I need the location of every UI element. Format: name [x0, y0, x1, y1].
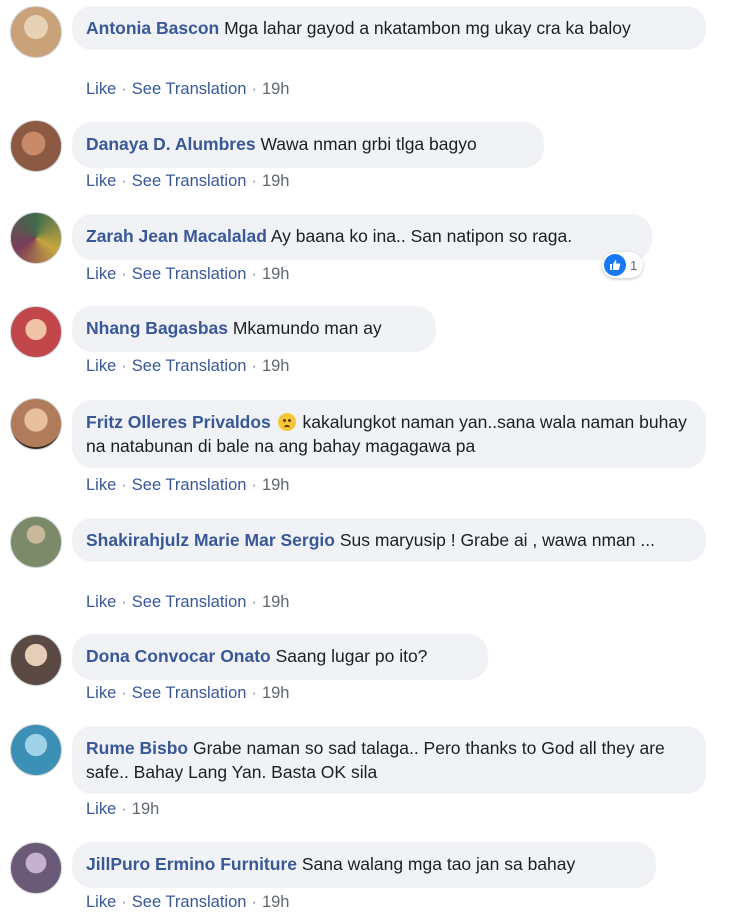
avatar[interactable]: [10, 634, 62, 686]
comment-bubble: Fritz Olleres Privaldos kakalungkot nama…: [72, 400, 706, 468]
separator: ·: [121, 684, 127, 702]
see-translation-link[interactable]: See Translation: [132, 172, 247, 190]
comment-actions: Like · See Translation · 19h: [86, 357, 289, 376]
separator: ·: [251, 684, 257, 702]
comment-author[interactable]: JillPuro Ermino Furniture: [86, 854, 297, 874]
separator: ·: [251, 265, 257, 283]
like-link[interactable]: Like: [86, 476, 116, 494]
comment-timestamp[interactable]: 19h: [262, 684, 290, 702]
comment-text: Mga lahar gayod a nkatambon mg ukay cra …: [224, 18, 631, 38]
see-translation-link[interactable]: See Translation: [132, 265, 247, 283]
comment-actions: Like · See Translation · 19h: [86, 80, 289, 99]
avatar[interactable]: [10, 306, 62, 358]
comment-actions: Like · See Translation · 19h: [86, 684, 289, 703]
like-link[interactable]: Like: [86, 357, 116, 375]
see-translation-link[interactable]: See Translation: [132, 893, 247, 911]
comment-text: Saang lugar po ito?: [275, 646, 428, 666]
comment-author[interactable]: Antonia Bascon: [86, 18, 219, 38]
separator: ·: [121, 80, 127, 98]
comment-author[interactable]: Fritz Olleres Privaldos: [86, 412, 271, 432]
comment-bubble: Dona Convocar Onato Saang lugar po ito?: [72, 634, 488, 680]
comment-timestamp[interactable]: 19h: [262, 593, 290, 611]
comment-timestamp[interactable]: 19h: [262, 476, 290, 494]
see-translation-link[interactable]: See Translation: [132, 80, 247, 98]
comment-bubble: Nhang Bagasbas Mkamundo man ay: [72, 306, 436, 352]
sad-face-emoji-icon: [277, 413, 296, 431]
comment-author[interactable]: Dona Convocar Onato: [86, 646, 271, 666]
comment-timestamp[interactable]: 19h: [262, 357, 290, 375]
separator: ·: [121, 265, 127, 283]
like-reaction-icon: [604, 254, 626, 276]
comment-actions: Like · See Translation · 19h: [86, 172, 289, 191]
comment-actions: Like · See Translation · 19h: [86, 893, 289, 912]
comment-actions: Like · See Translation · 19h: [86, 476, 289, 495]
see-translation-link[interactable]: See Translation: [132, 476, 247, 494]
separator: ·: [251, 476, 257, 494]
like-link[interactable]: Like: [86, 684, 116, 702]
separator: ·: [251, 593, 257, 611]
separator: ·: [121, 357, 127, 375]
like-link[interactable]: Like: [86, 893, 116, 911]
comment-timestamp[interactable]: 19h: [262, 172, 290, 190]
comment-bubble: Danaya D. Alumbres Wawa nman grbi tlga b…: [72, 122, 544, 168]
see-translation-link[interactable]: See Translation: [132, 684, 247, 702]
separator: ·: [121, 476, 127, 494]
avatar[interactable]: [10, 724, 62, 776]
avatar[interactable]: [10, 212, 62, 264]
comment-bubble: Zarah Jean Macalalad Ay baana ko ina.. S…: [72, 214, 652, 260]
like-link[interactable]: Like: [86, 265, 116, 283]
comment-text: Mkamundo man ay: [232, 318, 382, 338]
comment-author[interactable]: Zarah Jean Macalalad: [86, 226, 267, 246]
separator: ·: [121, 800, 127, 818]
comment-author[interactable]: Danaya D. Alumbres: [86, 134, 256, 154]
comment-timestamp[interactable]: 19h: [262, 265, 290, 283]
see-translation-link[interactable]: See Translation: [132, 357, 247, 375]
separator: ·: [121, 593, 127, 611]
separator: ·: [121, 172, 127, 190]
comment-text: Sana walang mga tao jan sa bahay: [301, 854, 576, 874]
comment-author[interactable]: Nhang Bagasbas: [86, 318, 228, 338]
avatar[interactable]: [10, 120, 62, 172]
comment-text: Sus maryusip ! Grabe ai , wawa nman ...: [339, 530, 655, 550]
comment-author[interactable]: Shakirahjulz Marie Mar Sergio: [86, 530, 335, 550]
comment-timestamp[interactable]: 19h: [262, 893, 290, 911]
like-link[interactable]: Like: [86, 593, 116, 611]
comment-actions: Like · 19h: [86, 800, 159, 819]
avatar[interactable]: [10, 842, 62, 894]
comment-bubble: Rume Bisbo Grabe naman so sad talaga.. P…: [72, 726, 706, 794]
comment-bubble: Antonia Bascon Mga lahar gayod a nkatamb…: [72, 6, 706, 50]
separator: ·: [251, 893, 257, 911]
like-link[interactable]: Like: [86, 80, 116, 98]
comment-text: Wawa nman grbi tlga bagyo: [260, 134, 477, 154]
reaction-count: 1: [630, 257, 638, 273]
comment-timestamp[interactable]: 19h: [262, 80, 290, 98]
comment-actions: Like · See Translation · 19h: [86, 265, 289, 284]
comment-text: Ay baana ko ina.. San natipon so raga.: [270, 226, 573, 246]
avatar[interactable]: [10, 398, 62, 450]
separator: ·: [251, 357, 257, 375]
separator: ·: [251, 80, 257, 98]
see-translation-link[interactable]: See Translation: [132, 593, 247, 611]
like-link[interactable]: Like: [86, 800, 116, 818]
comment-author[interactable]: Rume Bisbo: [86, 738, 188, 758]
avatar[interactable]: [10, 516, 62, 568]
comment-bubble: JillPuro Ermino Furniture Sana walang mg…: [72, 842, 656, 888]
comment-timestamp[interactable]: 19h: [132, 800, 160, 818]
separator: ·: [121, 893, 127, 911]
like-link[interactable]: Like: [86, 172, 116, 190]
reaction-count-badge[interactable]: 1: [602, 252, 644, 278]
avatar[interactable]: [10, 6, 62, 58]
separator: ·: [251, 172, 257, 190]
comment-actions: Like · See Translation · 19h: [86, 593, 289, 612]
comment-bubble: Shakirahjulz Marie Mar Sergio Sus maryus…: [72, 518, 706, 562]
